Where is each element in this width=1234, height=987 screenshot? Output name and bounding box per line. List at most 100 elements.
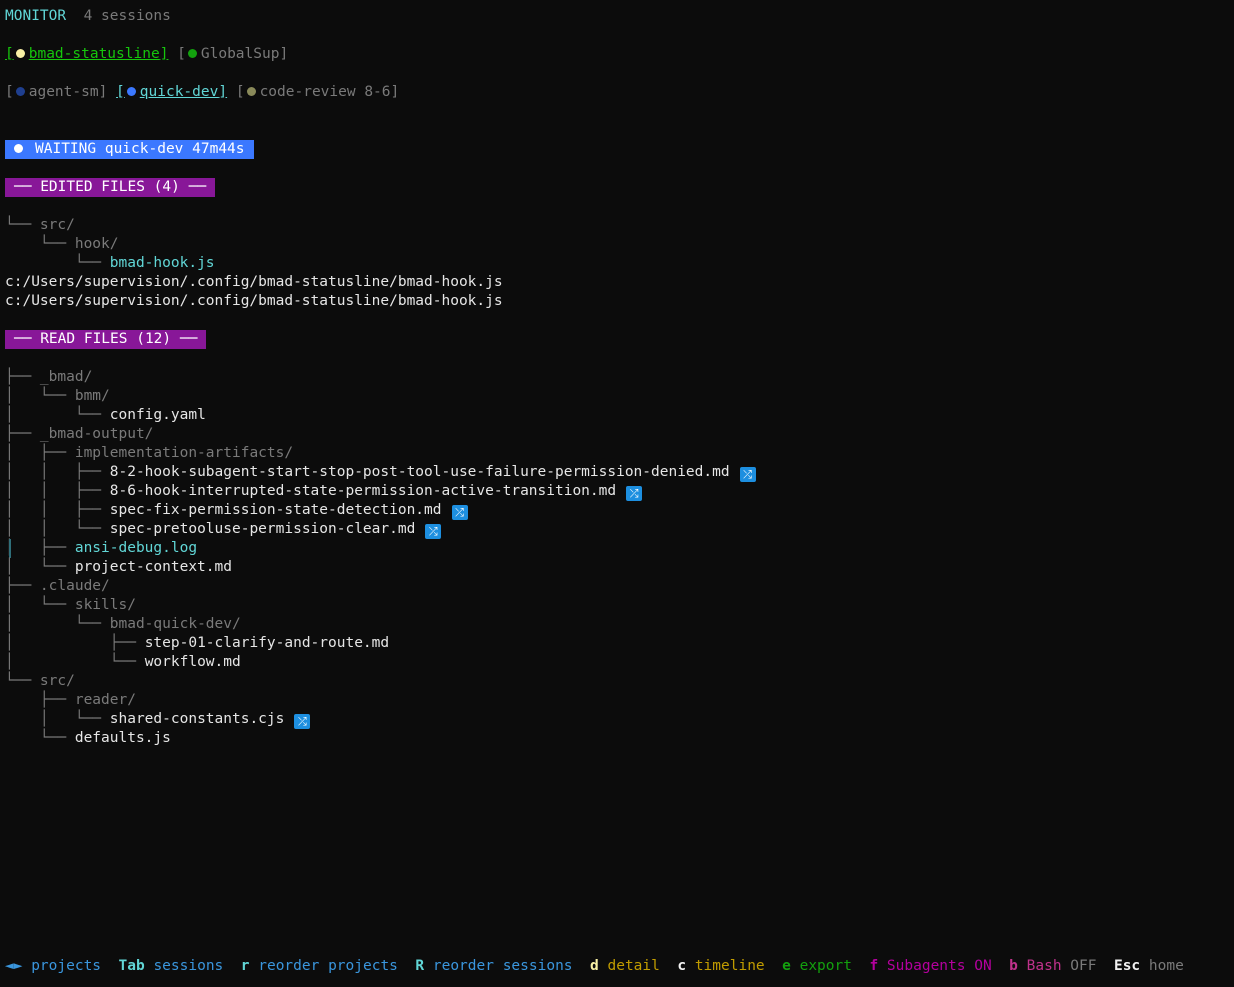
shortcut-key: f (869, 958, 879, 974)
footer-shortcut[interactable]: R reorder sessions (415, 958, 572, 974)
read-files-header: ── READ FILES (12) ── (5, 330, 207, 349)
tree-file-name[interactable]: shared-constants.cjs (110, 711, 285, 727)
tree-connector: │ └── (5, 407, 110, 423)
session-status-dot-icon (15, 87, 25, 96)
tree-connector: ├── (5, 369, 40, 385)
tree-row: │ └── config.yaml (5, 406, 206, 425)
shortcut-label: timeline (694, 958, 765, 974)
project-status-dot-icon (15, 49, 25, 58)
footer-shortcut[interactable]: d detail (590, 958, 660, 974)
tree-folder-name[interactable]: .claude/ (40, 578, 110, 594)
tree-file-name[interactable]: project-context.md (75, 559, 232, 575)
tree-row: ├── reader/ (5, 691, 136, 710)
session-tab-agent-sm[interactable]: [agent-sm] (5, 84, 107, 100)
tree-row: └── src/ (5, 672, 75, 691)
tree-connector: └── (5, 217, 40, 233)
session-tab-code-review[interactable]: [code-review 8-6] (236, 84, 399, 100)
tree-row: │ │ ├── 8-6-hook-interrupted-state-permi… (5, 482, 643, 501)
shortcut-label: export (799, 958, 852, 974)
tree-file-name[interactable]: bmad-hook.js (110, 255, 215, 271)
tree-folder-name[interactable]: bmad-quick-dev/ (110, 616, 241, 632)
tree-file-name[interactable]: ansi-debug.log (75, 540, 197, 556)
tree-file-name[interactable]: workflow.md (145, 654, 241, 670)
tree-folder-name[interactable]: src/ (40, 673, 75, 689)
tree-file-name[interactable]: spec-pretooluse-permission-clear.md (110, 521, 416, 537)
footer-shortcut[interactable]: b Bash OFF (1009, 958, 1096, 974)
shortcut-label: detail (607, 958, 660, 974)
edited-files-header: ── EDITED FILES (4) ── (5, 178, 216, 197)
tree-file-name[interactable]: 8-6-hook-interrupted-state-permission-ac… (110, 483, 616, 499)
shortcut-key: ◄► (5, 958, 23, 974)
project-tab-bmad-statusline[interactable]: [bmad-statusline] (5, 46, 168, 62)
footer-shortcut[interactable]: f Subagents ON (869, 958, 991, 974)
tree-connector: ├── (5, 426, 40, 442)
footer-shortcut[interactable]: ◄► projects (5, 958, 101, 974)
tree-connector: │ └── (5, 597, 75, 613)
project-tab-globalsup[interactable]: [GlobalSup] (177, 46, 288, 62)
tree-file-name[interactable]: spec-fix-permission-state-detection.md (110, 502, 442, 518)
sessions-count: 4 sessions (83, 8, 171, 24)
tree-row: └── hook/ (5, 235, 119, 254)
tree-connector: │ └── (5, 559, 75, 575)
shortcut-label: sessions (153, 958, 224, 974)
shortcut-key: r (240, 958, 250, 974)
tree-connector: │ │ └── (5, 521, 110, 537)
shuffle-icon: ⤮ (294, 714, 311, 729)
tree-row: ├── .claude/ (5, 577, 110, 596)
footer-shortcut[interactable]: Esc home (1114, 958, 1184, 974)
shortcut-label: home (1148, 958, 1184, 974)
tree-folder-name[interactable]: implementation-artifacts/ (75, 445, 293, 461)
tree-connector: └── (5, 730, 75, 746)
tree-connector: │ └── (5, 711, 110, 727)
keybinding-footer: ◄► projects Tab sessions r reorder proje… (5, 957, 1184, 976)
tree-connector: └── (5, 255, 110, 271)
session-status-dot-icon (126, 87, 136, 96)
tree-file-name[interactable]: config.yaml (110, 407, 206, 423)
edited-file-path: c:/Users/supervision/.config/bmad-status… (5, 293, 503, 309)
tree-file-name[interactable]: defaults.js (75, 730, 171, 746)
monitor-header: MONITOR 4 sessions (5, 7, 171, 26)
tree-connector: │ ├── (5, 635, 145, 651)
tree-row: └── src/ (5, 216, 75, 235)
status-banner: WAITING quick-dev 47m44s (5, 140, 254, 159)
tree-folder-name[interactable]: src/ (40, 217, 75, 233)
shortcut-key: e (782, 958, 791, 974)
project-tabs: [bmad-statusline] [GlobalSup] (5, 45, 288, 64)
footer-shortcut[interactable]: e export (782, 958, 852, 974)
footer-shortcut[interactable]: Tab sessions (119, 958, 224, 974)
tree-folder-name[interactable]: reader/ (75, 692, 136, 708)
tree-folder-name[interactable]: _bmad-output/ (40, 426, 154, 442)
tree-row: │ └── shared-constants.cjs ⤮ (5, 710, 311, 729)
tree-connector: │ └── (5, 388, 75, 404)
tree-folder-name[interactable]: bmm/ (75, 388, 110, 404)
tree-row: │ │ ├── spec-fix-permission-state-detect… (5, 501, 468, 520)
footer-shortcut[interactable]: r reorder projects (241, 958, 398, 974)
edited-file-path: c:/Users/supervision/.config/bmad-status… (5, 274, 503, 290)
tree-row: └── bmad-hook.js (5, 254, 215, 273)
row-focus-marker (9, 539, 11, 558)
shuffle-icon: ⤮ (739, 467, 756, 482)
tree-row: │ │ ├── 8-2-hook-subagent-start-stop-pos… (5, 463, 756, 482)
tree-folder-name[interactable]: skills/ (75, 597, 136, 613)
footer-shortcut[interactable]: c timeline (677, 958, 764, 974)
session-tab-quick-dev[interactable]: [quick-dev] (116, 84, 227, 100)
tree-file-name[interactable]: 8-2-hook-subagent-start-stop-post-tool-u… (110, 464, 730, 480)
tree-row: │ ├── step-01-clarify-and-route.md (5, 634, 389, 653)
tree-connector: ├── (5, 578, 40, 594)
shortcut-key: b (1009, 958, 1018, 974)
shortcut-label: reorder sessions (432, 958, 573, 974)
tree-folder-name[interactable]: _bmad/ (40, 369, 92, 385)
session-tabs: [agent-sm] [quick-dev] [code-review 8-6] (5, 83, 399, 102)
shuffle-icon: ⤮ (626, 486, 643, 501)
tree-row: │ └── skills/ (5, 596, 136, 615)
tree-row: ├── _bmad/ (5, 368, 92, 387)
tree-folder-name[interactable]: hook/ (75, 236, 119, 252)
tree-row: │ └── project-context.md (5, 558, 232, 577)
shuffle-icon: ⤮ (425, 524, 442, 539)
tree-file-name[interactable]: step-01-clarify-and-route.md (145, 635, 389, 651)
shortcut-label: Bash (1026, 958, 1062, 974)
tree-connector: ├── (5, 692, 75, 708)
tree-row: │ ├── ansi-debug.log (5, 539, 197, 558)
tree-row: │ ├── implementation-artifacts/ (5, 444, 293, 463)
shortcut-state: ON (974, 958, 992, 974)
